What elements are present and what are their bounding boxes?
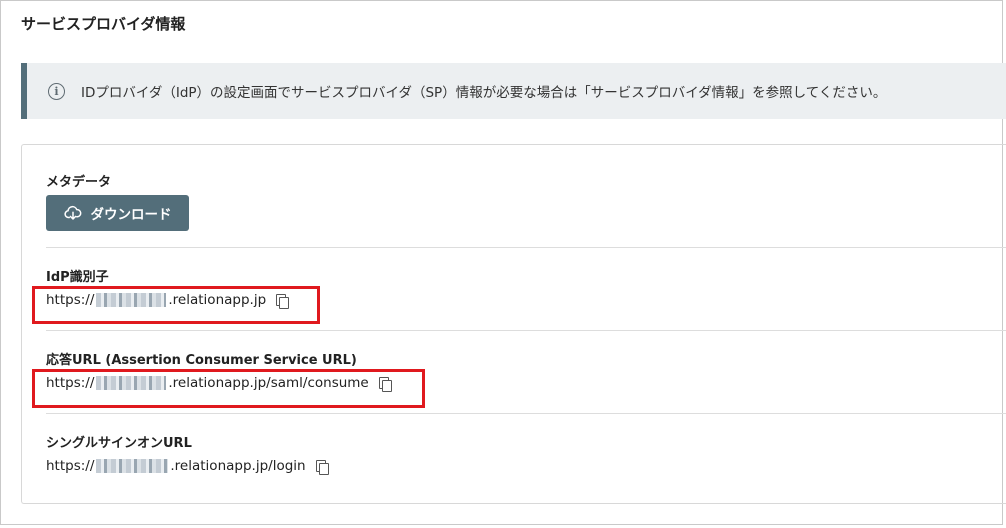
divider <box>46 247 1006 248</box>
divider <box>46 413 1006 414</box>
highlight-box <box>32 286 320 324</box>
idp-identifier-label: IdP識別子 <box>46 270 109 285</box>
acs-url-label: 応答URL (Assertion Consumer Service URL) <box>46 353 357 368</box>
copy-icon[interactable] <box>315 459 329 475</box>
highlight-box <box>32 369 425 408</box>
sso-url-value: https:// .relationapp.jp/login <box>46 458 329 475</box>
cloud-download-icon <box>63 205 81 220</box>
sso-url-label: シングルサインオンURL <box>46 436 192 451</box>
sso-url-suffix: .relationapp.jp/login <box>170 458 306 474</box>
divider <box>46 330 1006 331</box>
metadata-label: メタデータ <box>46 175 112 190</box>
sso-url-prefix: https:// <box>46 458 95 474</box>
redacted-subdomain <box>96 459 169 473</box>
info-banner-text: IDプロバイダ（IdP）の設定画面でサービスプロバイダ（SP）情報が必要な場合は… <box>81 85 887 101</box>
page-title: サービスプロバイダ情報 <box>21 15 186 33</box>
metadata-download-button[interactable]: ダウンロード <box>46 195 189 231</box>
download-button-label: ダウンロード <box>90 207 172 223</box>
info-banner: i IDプロバイダ（IdP）の設定画面でサービスプロバイダ（SP）情報が必要な場… <box>21 63 1006 119</box>
info-icon: i <box>48 82 65 100</box>
